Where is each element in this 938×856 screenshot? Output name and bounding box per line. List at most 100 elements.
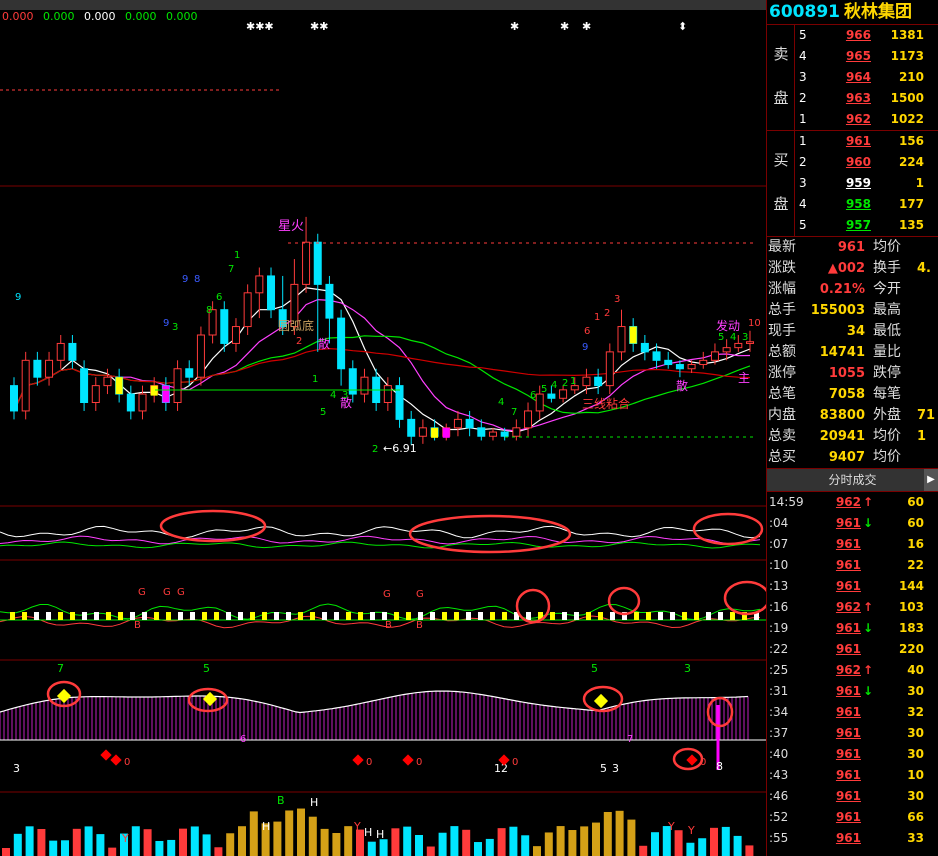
buy-level-row[interactable]: 2 960 224 (795, 152, 938, 173)
sub3-diamond-num: 0 (366, 757, 372, 768)
sell-level-num: 1 (799, 112, 807, 126)
volume-bar (592, 822, 600, 856)
count-label: 1 (570, 376, 576, 387)
kline-chart-area[interactable]: 0.000 0.000 0.000 0.000 0.000 ✱✱✱ ✱✱ ✱ ✱ ✱ ⬍ 星… (0, 0, 766, 856)
sub3-diamond-num: 0 (700, 757, 706, 768)
highlight-circle (408, 514, 572, 554)
buy-level-volume: 1 (915, 176, 924, 190)
volume-bar (450, 826, 459, 856)
arrow-up-icon: ↑ (863, 663, 874, 677)
sell-level-volume: 210 (898, 70, 924, 84)
sub2-bar (490, 612, 495, 620)
signal-candle (150, 385, 158, 396)
sell-level-price: 966 (845, 28, 871, 42)
arrow-up-icon: ↑ (863, 495, 874, 509)
sell-level-row[interactable]: 5 966 1381 (795, 25, 938, 46)
xinghuo-label: 星火 (278, 219, 304, 234)
stat-label: 涨停 (768, 365, 796, 381)
yellow-diamond-icon (56, 688, 72, 704)
stat-value-2: 71 (917, 408, 936, 423)
candle-body (547, 393, 556, 399)
candle-body (722, 347, 731, 353)
stat-row: 总卖 20941 均价 1 (767, 426, 938, 447)
g-label: G (416, 589, 424, 600)
sell-level-row[interactable]: 2 963 1500 (795, 88, 938, 109)
sub2-bar (382, 612, 387, 620)
sell-level-row[interactable]: 1 962 1022 (795, 109, 938, 130)
g-label: G (138, 587, 146, 598)
buy-level-num: 5 (799, 218, 807, 232)
buy-level-price: 958 (845, 197, 871, 211)
ma10-line (13, 298, 751, 432)
volume-bar (190, 826, 199, 856)
tick-time: :16 (769, 600, 789, 614)
stat-value: 1055 (828, 366, 865, 381)
sell-level-num: 5 (799, 28, 807, 42)
stat-label: 总笔 (768, 386, 796, 402)
tick-price: 961 (835, 537, 861, 551)
buy-level-row[interactable]: 3 959 1 (795, 173, 938, 194)
volume-bar (84, 826, 93, 856)
volume-bar (285, 810, 294, 856)
tick-volume: 16 (907, 537, 924, 551)
candle-body (325, 283, 334, 319)
sell-level-row[interactable]: 4 965 1173 (795, 46, 938, 67)
tick-time: :55 (769, 831, 789, 845)
stat-label-2: 外盘 (873, 407, 901, 423)
candle-body (138, 393, 147, 412)
volume-bar (332, 832, 341, 856)
sub3-number: 5 (591, 662, 598, 675)
buy-level-row[interactable]: 5 957 135 (795, 215, 938, 236)
sub2-bar (310, 612, 315, 620)
count-label: 1 (594, 312, 600, 323)
tick-volume: 22 (907, 558, 924, 572)
count-label: 3 (742, 332, 748, 343)
stat-label-2: 均价 (873, 449, 901, 465)
arrow-up-icon: ↑ (863, 600, 874, 614)
volume-bar (226, 833, 235, 856)
tick-row: :25 962 ↑ 40 (767, 660, 938, 681)
quote-stats: 最新 961 均价 涨跌 ▲002 换手 4. 涨幅 0.21% 今开 总手 155003 最高 现手 34… (767, 237, 938, 469)
volume-bar (155, 840, 164, 856)
tick-time: :13 (769, 579, 789, 593)
sub2-bar (118, 612, 123, 620)
expand-arrow-icon[interactable]: ▶ (924, 469, 938, 491)
tick-row: :07 961 16 (767, 534, 938, 555)
sub2-bar (250, 612, 255, 620)
sub1-white-line (0, 525, 761, 539)
sub2-bar (598, 612, 603, 620)
ticks-header[interactable]: 分时成交 ▶ (767, 469, 938, 492)
stat-row: 现手 34 最低 (767, 321, 938, 342)
stat-row: 总笔 7058 每笔 (767, 384, 938, 405)
tick-time: :31 (769, 684, 789, 698)
candle-body (640, 342, 649, 353)
signal-candle (431, 427, 439, 438)
tick-price: 961 (835, 516, 861, 530)
volume-bar (497, 828, 506, 856)
sub2-bar (706, 612, 711, 620)
zhu-label: 主 (738, 371, 750, 385)
volume-bar (391, 828, 400, 856)
buy-level-row[interactable]: 1 961 156 (795, 131, 938, 152)
buy-level-row[interactable]: 4 958 177 (795, 194, 938, 215)
candle-body (337, 317, 346, 370)
count-label: 5 (320, 407, 326, 418)
candle-body (453, 418, 462, 429)
tick-row: :19 961 ↓ 183 (767, 618, 938, 639)
stock-header: 600891 秋林集团 (767, 0, 938, 25)
volume-bar (415, 834, 423, 856)
candle-body (21, 359, 30, 412)
highlight-circle (692, 512, 764, 546)
sell-level-row[interactable]: 3 964 210 (795, 67, 938, 88)
tick-time: :52 (769, 810, 789, 824)
volume-bar (61, 840, 69, 856)
sell-level-price: 964 (845, 70, 871, 84)
sub2-bar (238, 612, 243, 620)
count-label: 8 (206, 305, 212, 316)
sub3-bottom-number: 12 (494, 762, 508, 775)
buy-level-price: 961 (845, 134, 871, 148)
count-label: 4 (730, 332, 736, 343)
count-label: 2 (296, 336, 302, 347)
buy-level-price: 960 (845, 155, 871, 169)
tick-time: :43 (769, 768, 789, 782)
